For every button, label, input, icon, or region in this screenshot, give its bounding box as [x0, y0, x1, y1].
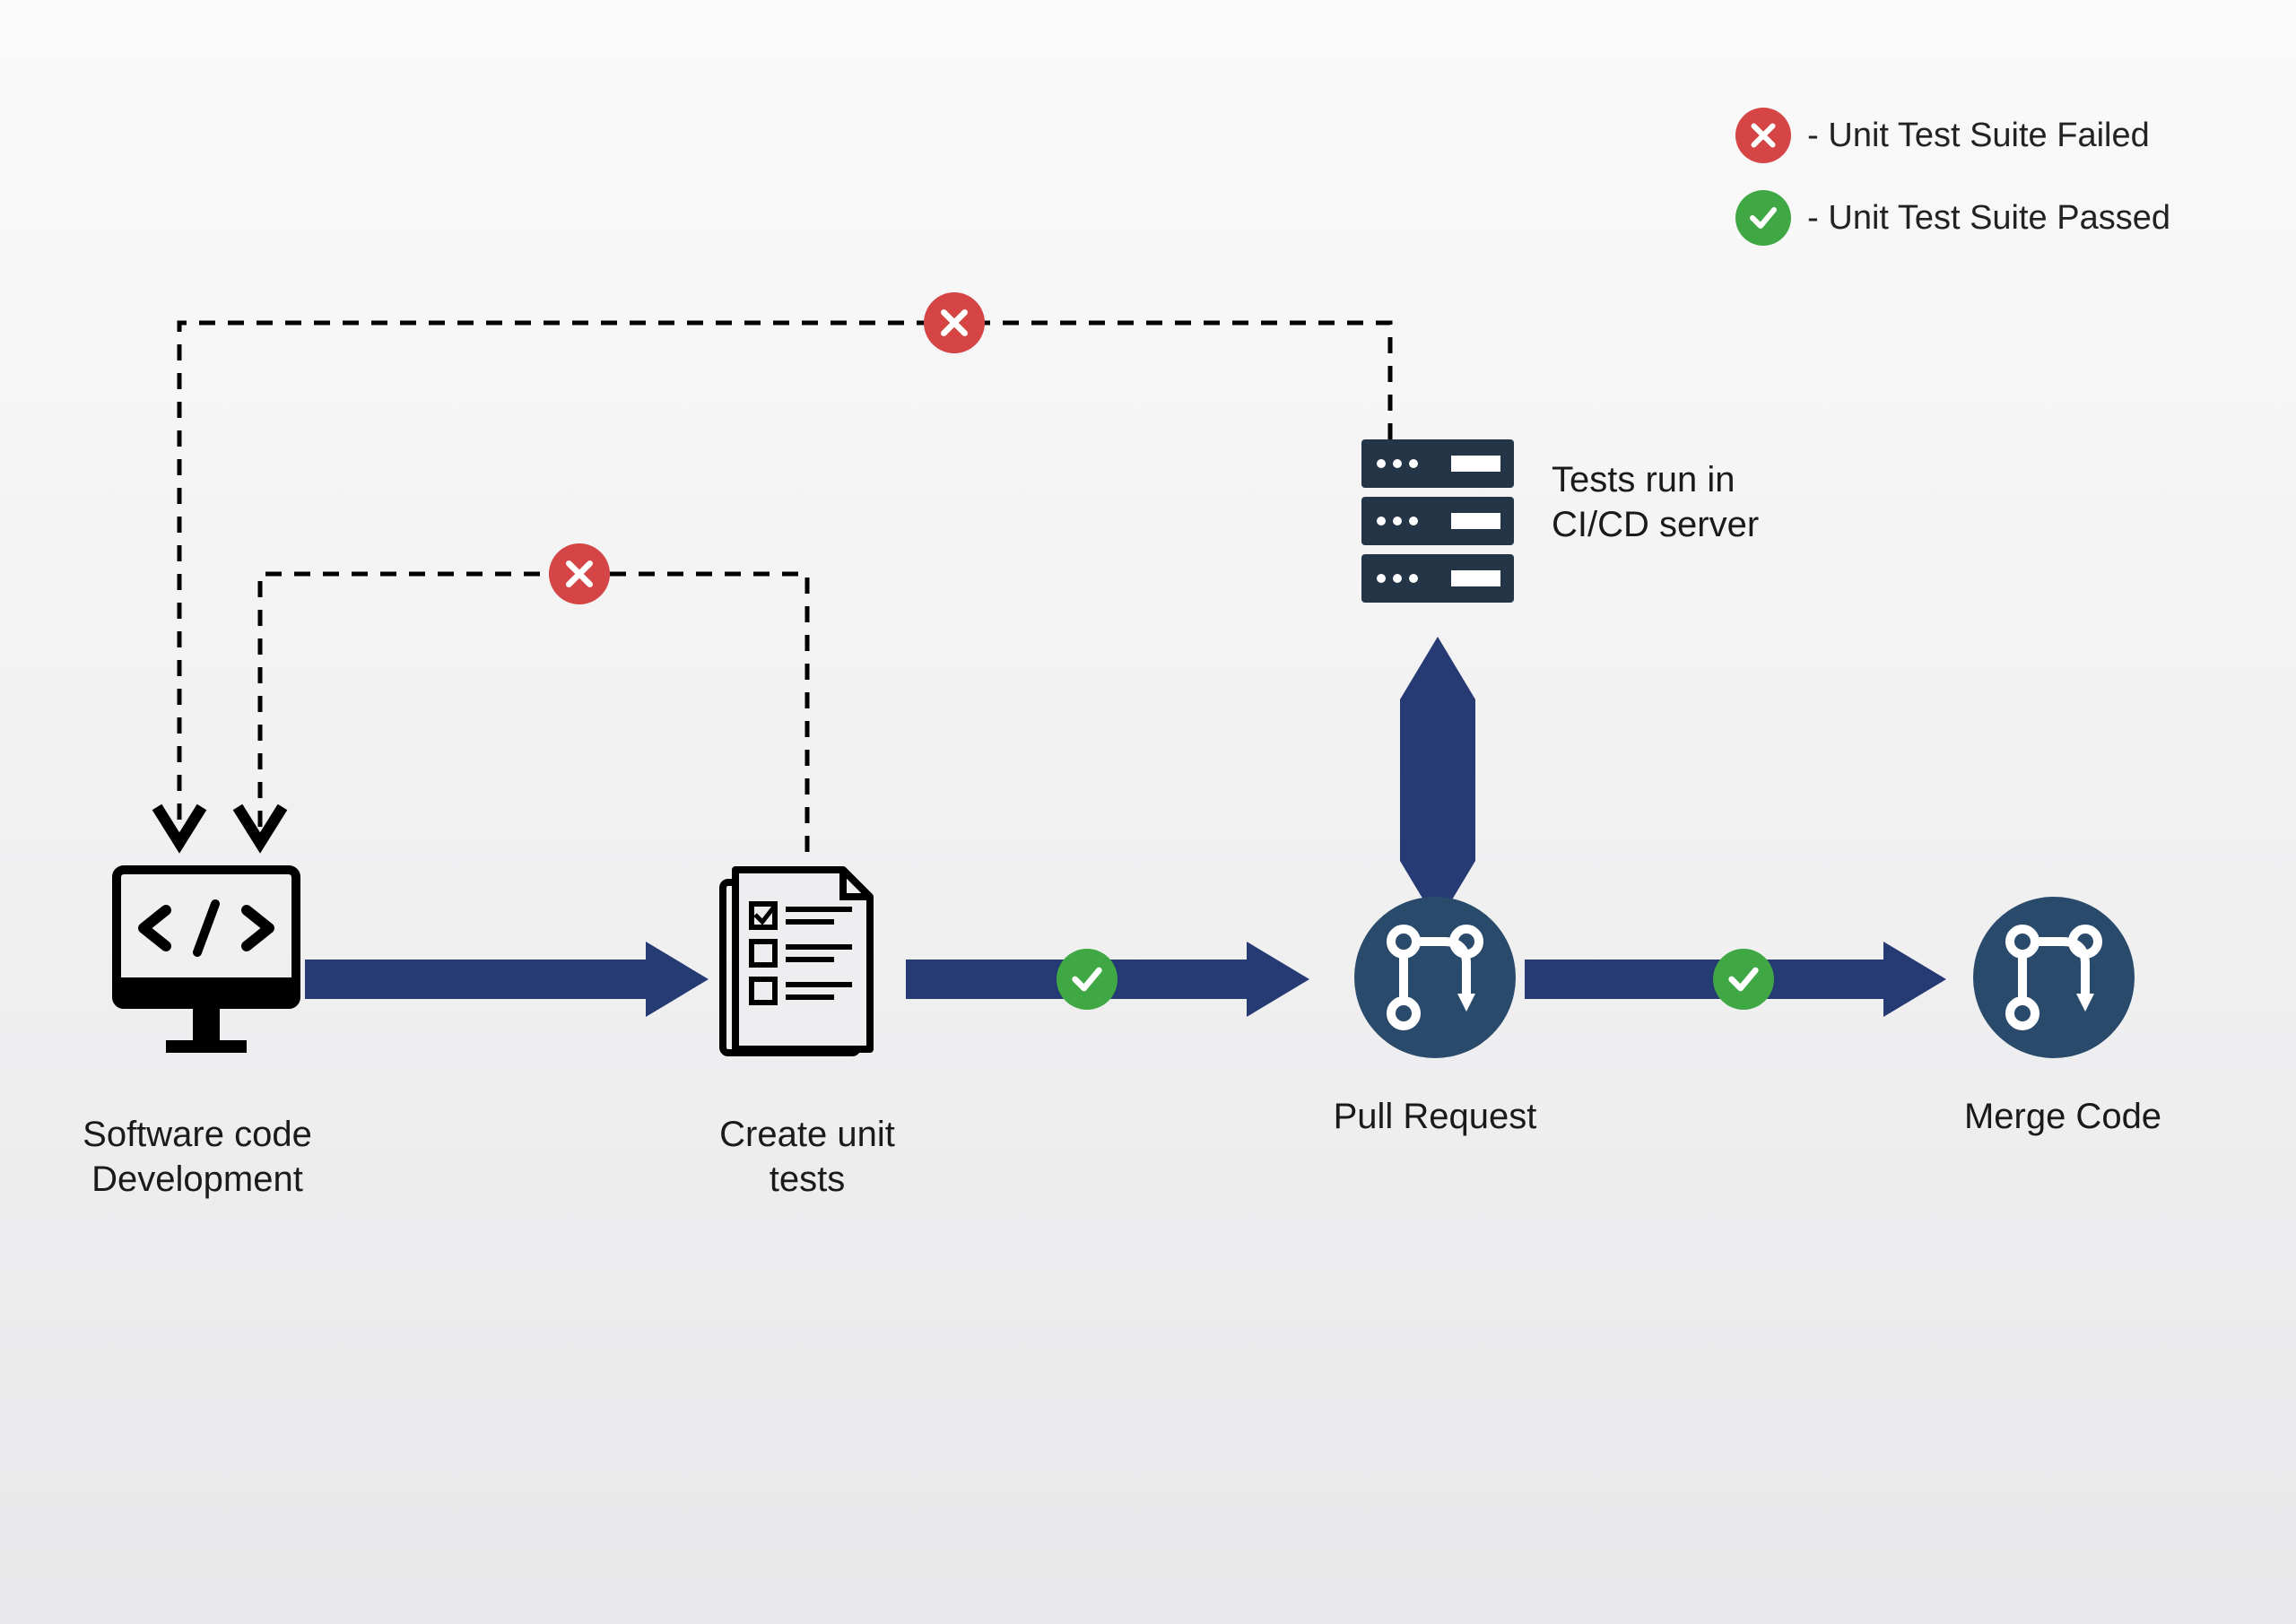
check-icon — [1057, 949, 1118, 1010]
arrow-dev-to-tests — [305, 942, 709, 1017]
legend-fail-label: - Unit Test Suite Failed — [1807, 117, 2150, 155]
label-ci-server: Tests run in CI/CD server — [1552, 457, 1803, 547]
legend-fail-row: - Unit Test Suite Failed — [1735, 108, 2170, 163]
legend-pass-row: - Unit Test Suite Passed — [1735, 190, 2170, 246]
git-merge-icon — [1973, 897, 2135, 1058]
x-icon — [549, 543, 610, 604]
label-merge-code: Merge Code — [1937, 1094, 2188, 1139]
computer-icon — [117, 870, 296, 1053]
x-icon — [1735, 108, 1791, 163]
label-pull-request: Pull Request — [1309, 1094, 1561, 1139]
arrow-pr-ci-bidirectional — [1400, 637, 1475, 924]
check-icon — [1735, 190, 1791, 246]
label-unit-tests: Create unit tests — [682, 1112, 933, 1202]
legend-pass-label: - Unit Test Suite Passed — [1807, 199, 2170, 238]
label-dev: Software code Development — [54, 1112, 341, 1202]
dashed-path-ci-fail — [179, 323, 1390, 843]
server-icon — [1361, 439, 1514, 603]
check-icon — [1713, 949, 1774, 1010]
checklist-icon — [723, 870, 870, 1053]
git-pr-icon — [1354, 897, 1516, 1058]
legend: - Unit Test Suite Failed - Unit Test Sui… — [1735, 108, 2170, 246]
dashed-path-tests-fail — [260, 574, 807, 852]
x-icon — [924, 292, 985, 353]
